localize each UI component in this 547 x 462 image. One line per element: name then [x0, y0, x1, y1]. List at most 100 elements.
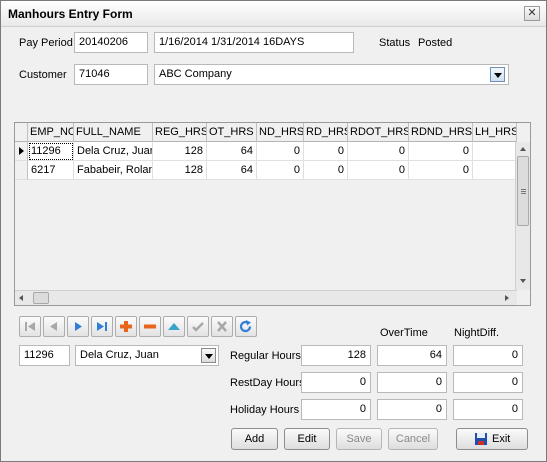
column-header-lh-hrs[interactable]: LH_HRS	[473, 123, 517, 142]
title-bar[interactable]: Manhours Entry Form ✕	[1, 1, 546, 27]
nav-refresh-button[interactable]	[235, 316, 257, 337]
indicator-header	[15, 123, 28, 142]
cell-rdnd-hrs[interactable]: 0	[409, 142, 473, 161]
employee-name-combo[interactable]: Dela Cruz, Juan	[75, 345, 219, 366]
next-record-icon	[75, 322, 82, 331]
save-button[interactable]: Save	[336, 428, 382, 450]
nav-first-button[interactable]	[19, 316, 41, 337]
customer-name-combo[interactable]: ABC Company	[154, 64, 509, 85]
regular-overtime-field[interactable]: 64	[377, 345, 447, 366]
window-title: Manhours Entry Form	[8, 7, 133, 21]
grid-header: EMP_NO FULL_NAME REG_HRS OT_HRS ND_HRS R…	[15, 123, 517, 142]
restday-nightdiff-field[interactable]: 0	[453, 372, 523, 393]
edit-record-icon	[168, 323, 180, 330]
cell-lh-hrs[interactable]	[473, 161, 517, 180]
cancel-record-icon	[217, 321, 227, 332]
scroll-right-icon[interactable]	[505, 295, 509, 301]
exit-button-label: Exit	[492, 433, 511, 445]
overtime-column-label: OverTime	[380, 327, 428, 339]
scroll-up-icon[interactable]	[520, 147, 526, 151]
holiday-nightdiff-field[interactable]: 0	[453, 399, 523, 420]
nav-prior-button[interactable]	[43, 316, 65, 337]
cell-rdot-hrs[interactable]: 0	[348, 142, 409, 161]
employee-number-field[interactable]: 11296	[19, 345, 70, 366]
status-label: Status	[379, 37, 411, 49]
customer-label: Customer	[19, 69, 67, 81]
column-header-reg-hrs[interactable]: REG_HRS	[153, 123, 207, 142]
manhours-grid[interactable]: EMP_NO FULL_NAME REG_HRS OT_HRS ND_HRS R…	[14, 122, 531, 306]
scroll-left-icon[interactable]	[19, 295, 23, 301]
status-value: Posted	[418, 37, 453, 49]
delete-record-icon	[144, 324, 156, 329]
nav-next-button[interactable]	[67, 316, 89, 337]
last-record-icon	[97, 322, 107, 331]
chevron-down-icon	[205, 354, 213, 359]
column-header-rd-hrs[interactable]: RD_HRS	[304, 123, 348, 142]
vertical-scroll-thumb[interactable]	[517, 156, 529, 226]
table-row[interactable]: 6217 Fababeir, Rolan 128 64 0 0 0 0	[15, 161, 517, 180]
restday-overtime-field[interactable]: 0	[377, 372, 447, 393]
cell-rdot-hrs[interactable]: 0	[348, 161, 409, 180]
nav-insert-button[interactable]	[115, 316, 137, 337]
refresh-record-icon	[239, 320, 252, 333]
manhours-entry-window: Manhours Entry Form ✕ Pay Period 2014020…	[0, 0, 547, 462]
cell-rdnd-hrs[interactable]: 0	[409, 161, 473, 180]
grid-horizontal-scrollbar[interactable]	[15, 290, 517, 305]
nav-delete-button[interactable]	[139, 316, 161, 337]
column-header-ot-hrs[interactable]: OT_HRS	[207, 123, 257, 142]
restday-hours-label: RestDay Hours	[230, 377, 305, 389]
cancel-button[interactable]: Cancel	[388, 428, 438, 450]
column-header-emp-no[interactable]: EMP_NO	[28, 123, 74, 142]
floppy-disk-icon	[475, 433, 487, 445]
add-button[interactable]: Add	[231, 428, 278, 450]
row-indicator	[15, 161, 28, 180]
restday-hours-field[interactable]: 0	[301, 372, 371, 393]
nightdiff-column-label: NightDiff.	[454, 327, 500, 339]
column-header-rdnd-hrs[interactable]: RDND_HRS	[409, 123, 473, 142]
chevron-down-icon	[494, 73, 502, 78]
prior-record-icon	[50, 322, 57, 331]
customer-dropdown-button[interactable]	[490, 67, 505, 82]
nav-edit-button[interactable]	[163, 316, 185, 337]
nav-cancel-button[interactable]	[211, 316, 233, 337]
column-header-nd-hrs[interactable]: ND_HRS	[257, 123, 304, 142]
regular-hours-label: Regular Hours	[230, 350, 301, 362]
cell-reg-hrs[interactable]: 128	[153, 161, 207, 180]
holiday-hours-field[interactable]: 0	[301, 399, 371, 420]
first-record-icon	[25, 322, 35, 331]
scroll-down-icon[interactable]	[520, 279, 526, 283]
nav-last-button[interactable]	[91, 316, 113, 337]
cell-nd-hrs[interactable]: 0	[257, 142, 304, 161]
edit-button[interactable]: Edit	[284, 428, 330, 450]
employee-dropdown-button[interactable]	[201, 348, 216, 363]
cell-rd-hrs[interactable]: 0	[304, 142, 348, 161]
cell-ot-hrs[interactable]: 64	[207, 161, 257, 180]
horizontal-scroll-thumb[interactable]	[33, 292, 49, 304]
cell-emp-no[interactable]: 11296	[28, 142, 74, 161]
grid-vertical-scrollbar[interactable]	[515, 142, 530, 290]
regular-nightdiff-field[interactable]: 0	[453, 345, 523, 366]
pay-period-code-field[interactable]: 20140206	[74, 32, 148, 53]
column-header-full-name[interactable]: FULL_NAME	[74, 123, 153, 142]
customer-code-field[interactable]: 71046	[74, 64, 148, 85]
close-button[interactable]: ✕	[524, 6, 540, 21]
cell-lh-hrs[interactable]	[473, 142, 517, 161]
column-header-rdot-hrs[interactable]: RDOT_HRS	[348, 123, 409, 142]
cell-full-name[interactable]: Fababeir, Rolan	[74, 161, 153, 180]
pay-period-label: Pay Period	[19, 37, 73, 49]
exit-button[interactable]: Exit	[456, 428, 528, 450]
cell-rd-hrs[interactable]: 0	[304, 161, 348, 180]
nav-post-button[interactable]	[187, 316, 209, 337]
employee-name-value: Dela Cruz, Juan	[80, 349, 159, 361]
regular-hours-field[interactable]: 128	[301, 345, 371, 366]
holiday-overtime-field[interactable]: 0	[377, 399, 447, 420]
cell-reg-hrs[interactable]: 128	[153, 142, 207, 161]
insert-record-icon	[120, 321, 132, 332]
cell-emp-no[interactable]: 6217	[28, 161, 74, 180]
cell-ot-hrs[interactable]: 64	[207, 142, 257, 161]
pay-period-description-field[interactable]: 1/16/2014 1/31/2014 16DAYS	[154, 32, 354, 53]
cell-full-name[interactable]: Dela Cruz, Juan	[74, 142, 153, 161]
current-row-indicator	[15, 142, 28, 161]
cell-nd-hrs[interactable]: 0	[257, 161, 304, 180]
table-row[interactable]: 11296 Dela Cruz, Juan 128 64 0 0 0 0	[15, 142, 517, 161]
